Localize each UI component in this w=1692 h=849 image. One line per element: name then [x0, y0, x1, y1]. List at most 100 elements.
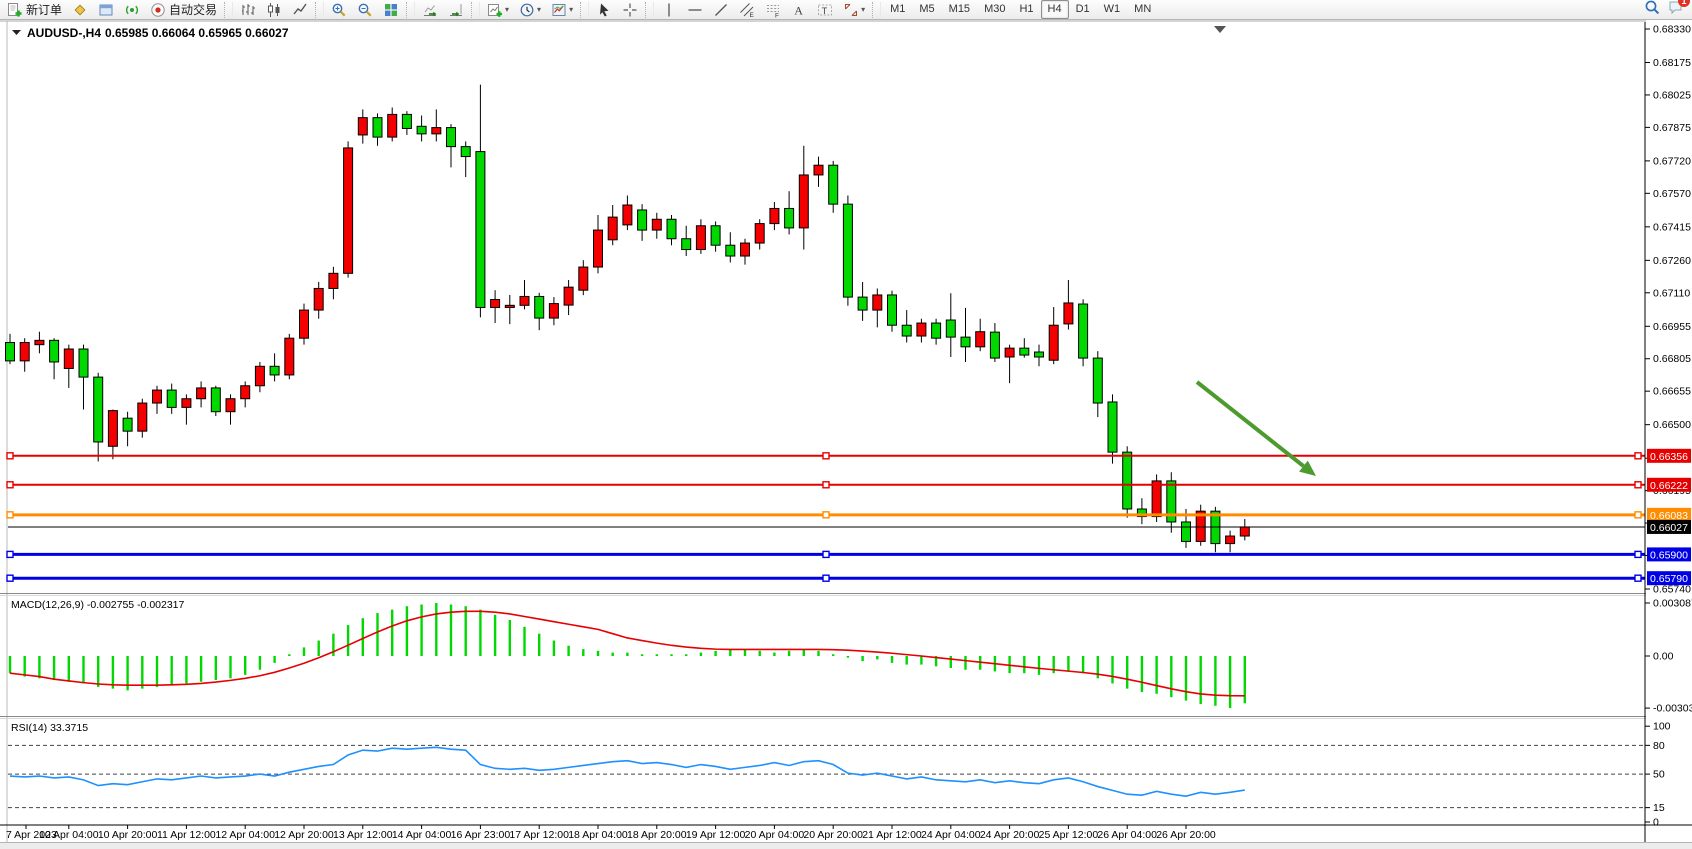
terminal-window-icon — [98, 2, 114, 18]
arrows-button[interactable]: ▾ — [839, 0, 869, 20]
hline-handle[interactable] — [1635, 575, 1641, 581]
macd-axis-tick: -0.003033 — [1653, 703, 1692, 715]
hline-handle[interactable] — [1635, 482, 1641, 488]
templates-button[interactable]: ▾ — [547, 0, 577, 20]
timeframe-D1[interactable]: D1 — [1069, 0, 1097, 19]
time-tick: 24 Apr 20:00 — [980, 829, 1040, 841]
hline-handle[interactable] — [823, 453, 829, 459]
hline-handle[interactable] — [7, 551, 13, 557]
price-tick: 0.66655 — [1653, 386, 1691, 398]
toolbar-separator — [315, 2, 324, 18]
time-tick: 11 Apr 12:00 — [157, 829, 216, 841]
hline-handle[interactable] — [7, 453, 13, 459]
timeframe-M15[interactable]: M15 — [942, 0, 977, 19]
hline-handle[interactable] — [823, 512, 829, 518]
vertical-line-button[interactable] — [657, 0, 681, 20]
price-axis[interactable]: 0.683300.681750.680250.678750.677200.675… — [1645, 20, 1692, 842]
hline-handle[interactable] — [823, 551, 829, 557]
signals-button[interactable] — [120, 0, 144, 20]
price-tick: 0.65740 — [1653, 584, 1691, 596]
bar-chart-icon — [240, 2, 256, 18]
chevron-down-icon[interactable]: ▾ — [537, 5, 541, 14]
rsi-axis-tick: 100 — [1653, 721, 1671, 733]
autotrading-label: 自动交易 — [169, 1, 217, 18]
zoom-in-icon — [331, 2, 347, 18]
fibonacci-button[interactable]: F — [761, 0, 785, 20]
trendline-button[interactable] — [709, 0, 733, 20]
trading-platform-window: { "toolbar": { "groups": [ {"items": [ {… — [0, 0, 1692, 849]
hline-handle[interactable] — [7, 575, 13, 581]
auto-scroll-icon — [422, 2, 438, 18]
line-chart-button[interactable] — [288, 0, 312, 20]
price-tick: 0.67875 — [1653, 122, 1691, 134]
search-button[interactable] — [1644, 0, 1660, 20]
hline-price-text: 0.65790 — [1650, 573, 1688, 585]
hline-handle[interactable] — [823, 482, 829, 488]
chart-canvas[interactable]: AUDUSD-,H40.65985 0.66064 0.65965 0.6602… — [0, 20, 1692, 849]
toolbar-separator — [224, 2, 233, 18]
cursor-button[interactable] — [592, 0, 616, 20]
macd-label: MACD(12,26,9) -0.002755 -0.002317 — [11, 599, 185, 611]
toolbar-group-5 — [591, 0, 643, 20]
toolbar-separator — [580, 2, 589, 18]
rsi-axis-tick: 80 — [1653, 740, 1665, 752]
notifications-button[interactable]: 1 — [1668, 0, 1684, 20]
time-tick: 21 Apr 12:00 — [862, 829, 922, 841]
time-tick: 18 Apr 04:00 — [568, 829, 628, 841]
market-watch-button[interactable] — [68, 0, 92, 20]
new-chart-icon — [487, 2, 503, 18]
macd-axis-tick: 0.003087 — [1653, 597, 1692, 609]
chevron-down-icon[interactable]: ▾ — [505, 5, 509, 14]
autotrading-button[interactable]: 自动交易 — [146, 0, 221, 20]
timeframe-H1[interactable]: H1 — [1012, 0, 1040, 19]
svg-text:F: F — [775, 12, 779, 18]
periods-button[interactable]: ▾ — [515, 0, 545, 20]
chevron-down-icon[interactable]: ▾ — [861, 5, 865, 14]
timeframe-M30[interactable]: M30 — [977, 0, 1012, 19]
trendline-icon — [713, 2, 729, 18]
crosshair-button[interactable] — [618, 0, 642, 20]
horizontal-line-icon — [687, 2, 703, 18]
time-tick: 24 Apr 04:00 — [921, 829, 981, 841]
candlestick-chart-button[interactable] — [262, 0, 286, 20]
text-label-button[interactable]: T — [813, 0, 837, 20]
new-chart-button[interactable]: ▾ — [483, 0, 513, 20]
new-order-button[interactable]: 新订单 — [3, 0, 66, 20]
signals-icon — [124, 2, 140, 18]
time-tick: 20 Apr 04:00 — [745, 829, 805, 841]
chart-shift-button[interactable] — [444, 0, 468, 20]
hline-handle[interactable] — [823, 575, 829, 581]
zoom-out-button[interactable] — [353, 0, 377, 20]
time-tick: 16 Apr 23:00 — [451, 829, 511, 841]
price-tick: 0.67720 — [1653, 155, 1691, 167]
svg-text:T: T — [822, 5, 828, 15]
hline-handle[interactable] — [1635, 551, 1641, 557]
hline-handle[interactable] — [7, 512, 13, 518]
timeframe-M1[interactable]: M1 — [883, 0, 912, 19]
horizontal-line-button[interactable] — [683, 0, 707, 20]
equidistant-channel-button[interactable]: E — [735, 0, 759, 20]
time-tick: 12 Apr 20:00 — [274, 829, 334, 841]
timeframe-H4[interactable]: H4 — [1041, 0, 1069, 19]
zoom-in-button[interactable] — [327, 0, 351, 20]
hline-handle[interactable] — [1635, 512, 1641, 518]
bar-chart-button[interactable] — [236, 0, 260, 20]
timeframe-M5[interactable]: M5 — [912, 0, 941, 19]
hline-price-text: 0.65900 — [1650, 549, 1688, 561]
auto-scroll-button[interactable] — [418, 0, 442, 20]
new-order-icon — [7, 2, 23, 18]
timeframe-W1[interactable]: W1 — [1097, 0, 1128, 19]
hline-handle[interactable] — [1635, 453, 1641, 459]
arrows-icon — [843, 2, 859, 18]
toolbar-group-2 — [326, 0, 404, 20]
hline-price-text: 0.66356 — [1650, 451, 1688, 463]
chevron-down-icon[interactable]: ▾ — [569, 5, 573, 14]
price-tick: 0.66805 — [1653, 353, 1691, 365]
timeframe-MN[interactable]: MN — [1127, 0, 1158, 19]
tile-windows-button[interactable] — [379, 0, 403, 20]
text-button[interactable]: A — [787, 0, 811, 20]
toolbar-group-4: ▾ ▾ ▾ — [482, 0, 578, 20]
time-tick: 19 Apr 12:00 — [686, 829, 746, 841]
hline-handle[interactable] — [7, 482, 13, 488]
terminal-window-button[interactable] — [94, 0, 118, 20]
